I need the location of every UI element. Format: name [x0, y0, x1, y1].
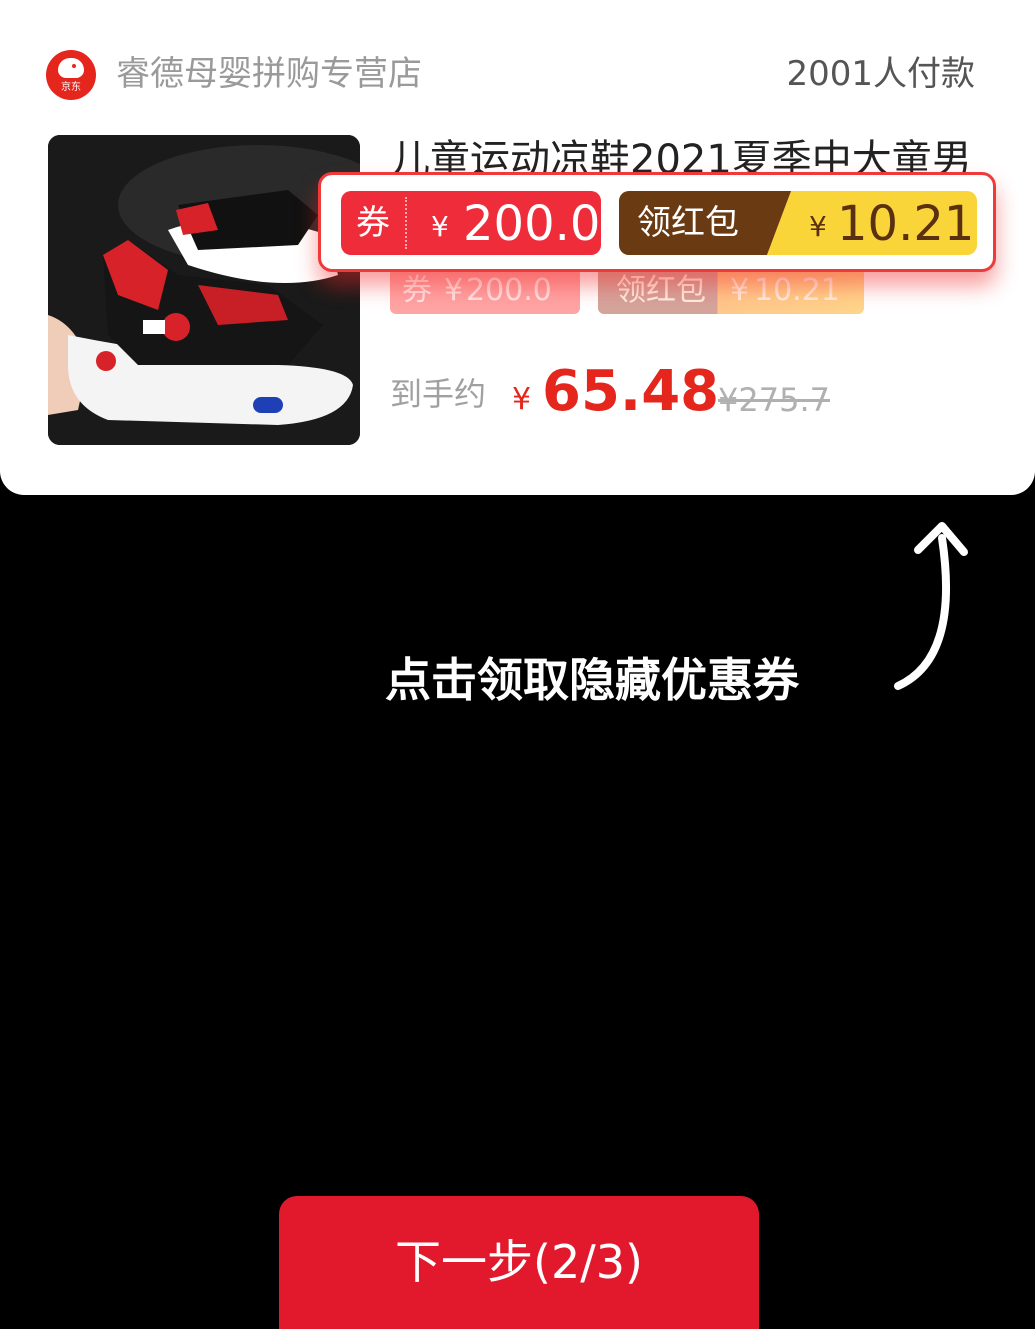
price-label: 到手约	[390, 375, 487, 413]
sold-count: 2001人付款	[786, 54, 975, 94]
coupon-currency: ¥	[431, 210, 449, 243]
jd-dog-mascot	[58, 58, 84, 78]
faded-coupon-currency: ¥	[444, 273, 464, 308]
logo-text: 京东	[61, 82, 81, 93]
faded-redpack-tag: 领红包 ¥ 10.21	[598, 268, 864, 314]
price-currency: ¥	[512, 382, 532, 417]
coupon-divider	[405, 197, 409, 249]
redpack-amount: 10.21	[837, 196, 975, 252]
next-step-button[interactable]: 下一步(2/3)	[279, 1196, 759, 1329]
coupon-tag[interactable]: 券 ¥ 200.0	[341, 191, 601, 255]
coupon-amount: 200.0	[463, 196, 601, 252]
faded-coupon-tag: 券 ¥ 200.0	[390, 268, 580, 314]
guide-hint-text: 点击领取隐藏优惠券	[385, 653, 799, 707]
faded-redpack-currency: ¥	[730, 273, 750, 308]
coupon-highlight-box[interactable]: 券 ¥ 200.0 领红包 ¥ 10.21	[318, 172, 996, 272]
jd-logo-icon: 京东	[46, 50, 96, 100]
product-image[interactable]	[48, 135, 360, 445]
coupon-label: 券	[356, 203, 390, 243]
redpack-tag[interactable]: 领红包 ¥ 10.21	[619, 191, 977, 255]
redpack-currency: ¥	[809, 210, 827, 243]
faded-coupon-amount: 200.0	[466, 273, 552, 308]
final-price: 65.48	[542, 359, 720, 424]
curved-arrow-icon	[894, 522, 968, 690]
faded-coupon-label: 券	[402, 273, 432, 308]
redpack-label: 领红包	[637, 203, 739, 243]
sandal-illustration	[48, 135, 360, 445]
faded-redpack-amount: 10.21	[754, 273, 840, 308]
shop-name[interactable]: 睿德母婴拼购专营店	[116, 52, 422, 96]
faded-redpack-label: 领红包	[616, 273, 706, 308]
original-price: ¥275.7	[718, 381, 830, 419]
